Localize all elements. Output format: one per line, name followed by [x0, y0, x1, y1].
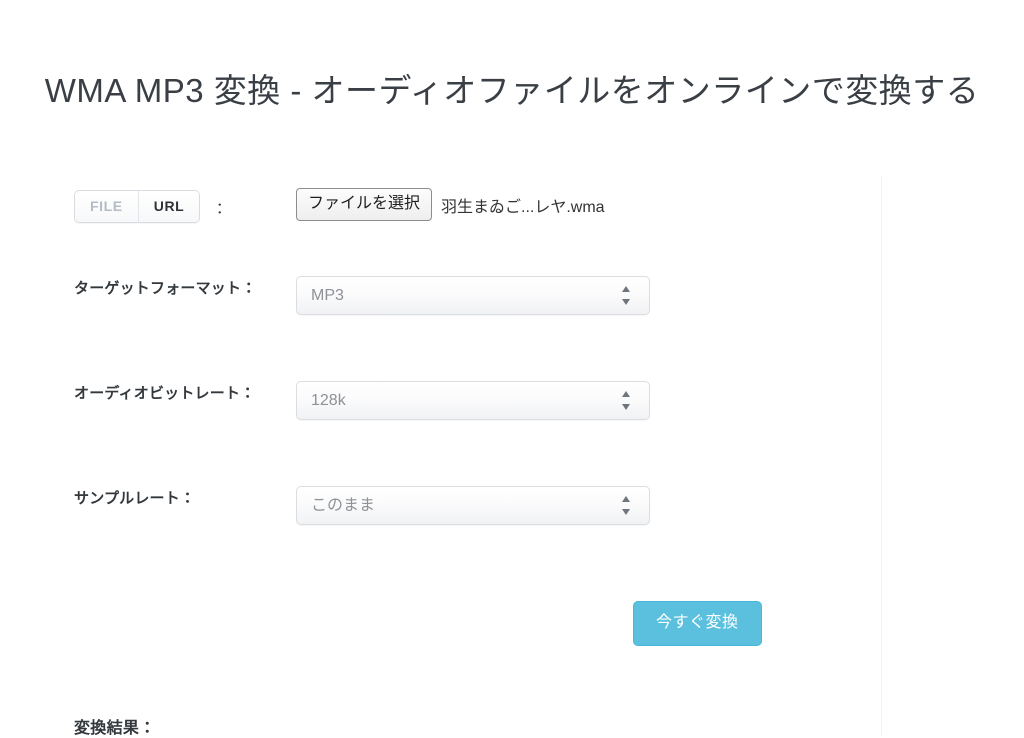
- audio-bitrate-control[interactable]: 128k: [296, 381, 650, 420]
- conversion-result-heading: 変換結果：: [74, 720, 156, 737]
- conversion-form: FILE URL ： ファイルを選択 羽生まゐご...レヤ.wma ターゲットフ…: [0, 176, 881, 734]
- stepper-updown-icon: [622, 286, 631, 305]
- choose-file-button[interactable]: ファイルを選択: [296, 188, 433, 222]
- target-format-control[interactable]: MP3: [296, 276, 650, 315]
- source-tab-file[interactable]: FILE: [75, 191, 138, 222]
- audio-bitrate-value: 128k: [311, 392, 346, 409]
- source-tab-url[interactable]: URL: [137, 191, 200, 222]
- source-label-colon: ：: [216, 200, 232, 217]
- convert-now-button[interactable]: 今すぐ変換: [633, 601, 762, 646]
- sample-rate-value: このまま: [311, 497, 376, 514]
- target-format-value: MP3: [311, 287, 344, 304]
- stepper-updown-icon: [622, 496, 631, 515]
- sample-rate-label: サンプルレート：: [74, 490, 196, 507]
- stepper-updown-icon: [622, 391, 631, 410]
- page-title: WMA MP3 変換 - オーディオファイルをオンラインで変換する: [44, 72, 980, 109]
- source-type-toggle[interactable]: FILE URL: [74, 190, 201, 223]
- audio-bitrate-label: オーディオビットレート：: [74, 385, 256, 402]
- sample-rate-select[interactable]: このまま: [296, 486, 650, 525]
- file-input-field[interactable]: ファイルを選択 羽生まゐご...レヤ.wma: [296, 188, 605, 222]
- audio-bitrate-select[interactable]: 128k: [296, 381, 650, 420]
- target-format-label: ターゲットフォーマット：: [74, 280, 257, 297]
- submit-button-wrap: 今すぐ変換: [633, 601, 762, 646]
- form-column-divider: [881, 176, 882, 736]
- selected-file-name: 羽生まゐご...レヤ.wma: [441, 198, 605, 216]
- sample-rate-control[interactable]: このまま: [296, 486, 650, 525]
- target-format-select[interactable]: MP3: [296, 276, 650, 315]
